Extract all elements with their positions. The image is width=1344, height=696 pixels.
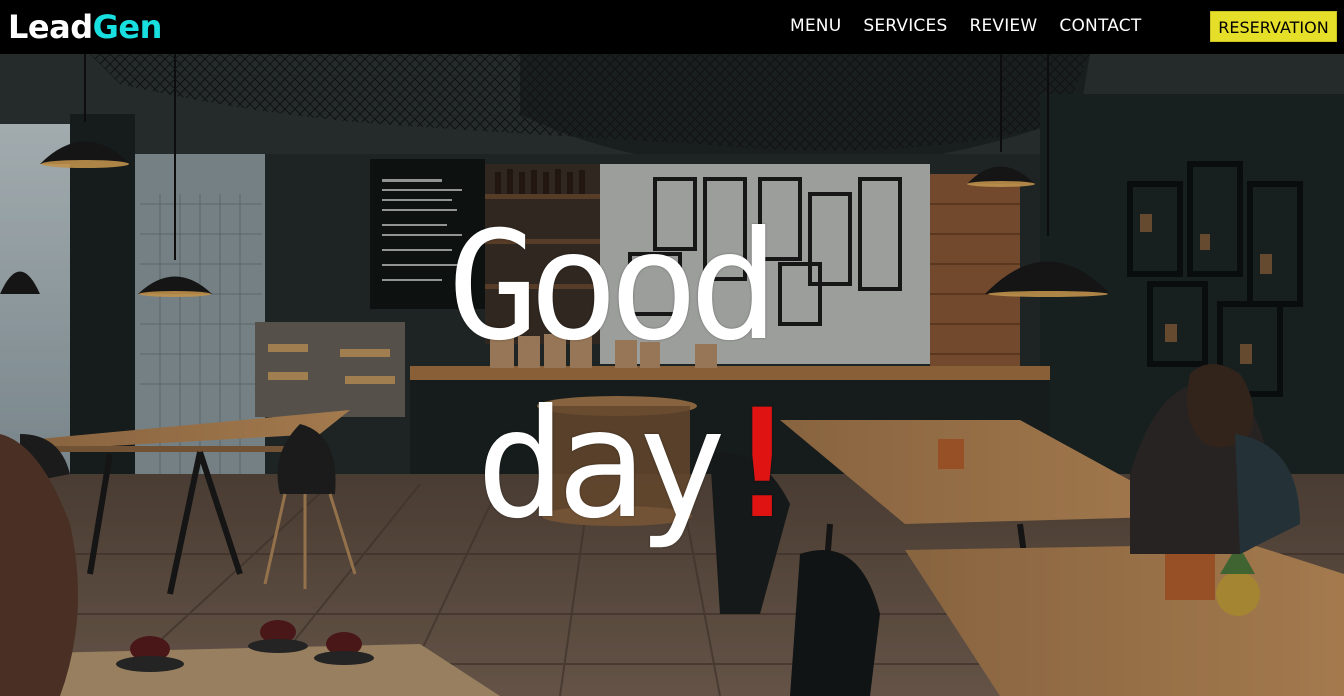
- cafe-interior-photo: [0, 54, 1344, 696]
- nav-link-services[interactable]: SERVICES: [863, 14, 947, 38]
- hero-section: Good day!: [0, 54, 1344, 696]
- nav-link-review[interactable]: REVIEW: [969, 14, 1037, 38]
- main-nav: MENU SERVICES REVIEW CONTACT: [790, 14, 1163, 38]
- top-navbar: LeadGen MENU SERVICES REVIEW CONTACT RES…: [0, 0, 1344, 54]
- nav-link-contact[interactable]: CONTACT: [1059, 14, 1141, 38]
- brand-logo[interactable]: LeadGen: [8, 6, 162, 48]
- brand-logo-lead: Lead: [8, 8, 93, 46]
- reservation-button[interactable]: RESERVATION: [1210, 11, 1337, 42]
- nav-link-menu[interactable]: MENU: [790, 14, 841, 38]
- brand-logo-gen: Gen: [92, 8, 163, 46]
